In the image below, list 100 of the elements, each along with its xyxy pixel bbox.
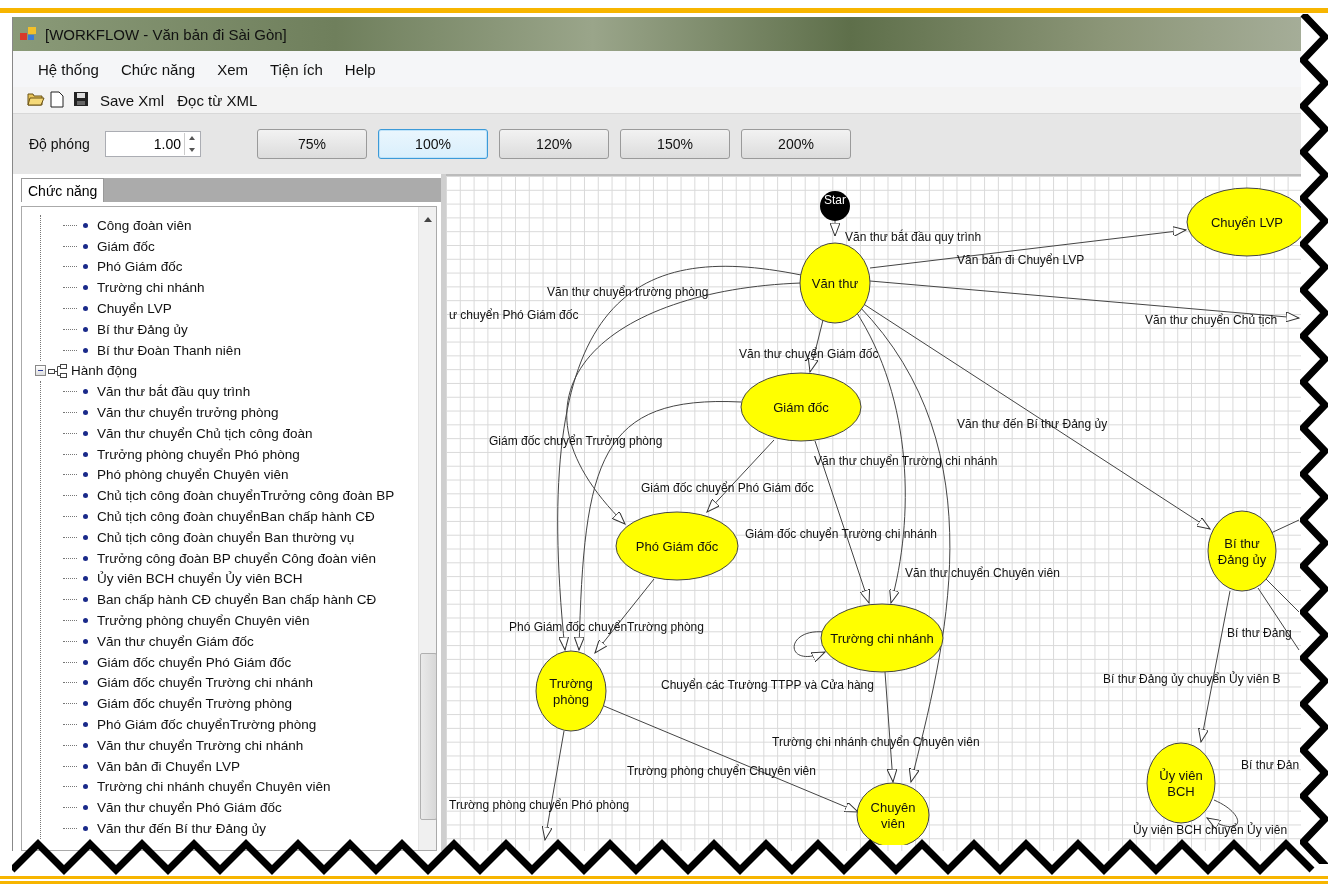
bullet-icon (83, 514, 88, 520)
tree-item[interactable]: Chuyển LVP (97, 301, 172, 317)
edge-label: Bí thư Đản (1241, 758, 1300, 772)
scrollbar[interactable] (418, 207, 436, 850)
bullet-icon (83, 264, 88, 270)
tree-item[interactable]: Văn thư chuyển Phó Giám đốc (97, 800, 282, 816)
document-icon (50, 91, 64, 108)
tree-item[interactable]: Giám đốc chuyển Trường phòng (97, 696, 292, 712)
tree-item[interactable]: Trưởng phòng chuyển Chuyên viên (97, 613, 310, 629)
tree-item[interactable]: Giám đốc (97, 238, 155, 254)
bullet-icon (83, 659, 88, 665)
tree-item[interactable]: Ủy viên BCH chuyển Ủy viên BCH (97, 571, 303, 587)
zoom-preset-button[interactable]: 200% (741, 129, 851, 159)
tree-item[interactable]: Bí thư Đoàn Thanh niên (97, 342, 241, 358)
bullet-icon (83, 410, 88, 416)
state-node[interactable]: Chuyên viên (856, 782, 930, 845)
bullet-icon (83, 243, 88, 249)
edge-label: Chuyển các Trường TTPP và Cửa hàng (661, 678, 874, 692)
edge-label: ư chuyển Phó Giám đốc (449, 308, 579, 322)
tree-item[interactable]: Văn thư bắt đầu quy trình (97, 384, 251, 400)
collapse-toggle[interactable] (35, 365, 46, 377)
tree-item[interactable]: Bí thư Đảng ủy (97, 321, 188, 337)
tree-item[interactable]: Công đoàn viên (97, 217, 192, 233)
state-node[interactable]: Chuyển LVP (1186, 187, 1301, 257)
start-node[interactable]: Star (820, 191, 850, 221)
zoom-preset-button[interactable]: 150% (620, 129, 730, 159)
edge-label: Văn thư đến Bí thư Đảng ủy (957, 417, 1108, 431)
tree-item[interactable]: Chủ tịch công đoàn chuyển Ban thường vụ (97, 529, 355, 545)
zoom-spinner[interactable]: 1.00 (105, 131, 201, 157)
state-node[interactable]: Trường phòng (535, 650, 607, 732)
tree-item[interactable]: Phó phòng chuyển Chuyên viên (97, 467, 289, 483)
tree-item[interactable]: Phó Giám đốc (97, 259, 183, 275)
state-node[interactable]: Phó Giám đốc (615, 511, 739, 581)
edge-label: Văn thư chuyển trường phòng (547, 285, 709, 299)
toolbar-button[interactable]: Save Xml (96, 91, 169, 109)
tree-item[interactable]: Chủ tịch công đoàn chuyểnBan chấp hành CĐ (97, 509, 375, 525)
bullet-icon (83, 222, 88, 228)
menu-item[interactable]: Tiện ích (259, 60, 334, 78)
tree-item[interactable]: Trường chi nhánh chuyển Chuyên viên (97, 779, 331, 795)
state-node[interactable]: Trường chi nhánh (820, 603, 944, 673)
scrollbar-thumb[interactable] (420, 653, 437, 820)
bullet-icon (83, 826, 88, 831)
menu-item[interactable]: Xem (206, 60, 259, 78)
state-node[interactable]: Ủy viên BCH (1146, 742, 1216, 824)
toolbar-button[interactable]: Đọc từ XML (173, 91, 262, 109)
menu-item[interactable]: Hệ thống (27, 60, 110, 78)
transition-arrow (829, 220, 841, 237)
bullet-icon (83, 534, 88, 540)
panel-tab[interactable]: Chức năng (21, 178, 105, 202)
menu-item[interactable]: Chức năng (109, 60, 207, 78)
tree-item[interactable]: Trưởng phòng chuyển Phó phòng (97, 446, 300, 462)
folder-icon (27, 91, 45, 107)
tree-item[interactable]: Văn bản đi Chuyển LVP (97, 758, 241, 774)
bullet-icon (83, 701, 88, 707)
zoom-preset-button[interactable]: 75% (257, 129, 367, 159)
state-node[interactable]: Giám đốc (740, 372, 862, 442)
zoom-preset-button[interactable]: 100% (378, 129, 488, 159)
tree-item[interactable]: Trưởng công đoàn BP chuyển Công đoàn viên (97, 550, 377, 566)
bullet-icon (83, 618, 88, 624)
state-node[interactable]: Bí thư Đảng ủy (1207, 510, 1277, 592)
bullet-icon (83, 326, 88, 332)
edge-label: Văn thư chuyển Chuyên viên (905, 566, 1060, 580)
edge-label: Ủy viên BCH chuyển Ủy viên (1133, 823, 1288, 837)
tree-item[interactable]: Văn thư chuyển Trường chi nhánh (97, 737, 304, 753)
hierarchy-icon (48, 362, 68, 379)
bullet-icon (83, 389, 88, 395)
toolbar-button[interactable] (73, 91, 91, 109)
edge-label: Giám đốc chuyển Trưởng phòng (489, 434, 663, 448)
bullet-icon (83, 722, 88, 727)
bullet-icon (83, 306, 88, 312)
bullet-icon (83, 742, 88, 748)
edge-label: Trường phòng chuyển Phó phòng (449, 798, 630, 812)
tree-item[interactable]: Chủ tịch công đoàn chuyểnTrưởng công đoàn BP (97, 488, 395, 504)
tree-item[interactable]: Phó Giám đốc chuyểnTrường phòng (97, 717, 317, 732)
tree-item[interactable]: Văn thư chuyển Chủ tịch công đoàn (97, 425, 313, 441)
edge-label: Trường chi nhánh chuyển Chuyên viên (772, 735, 980, 749)
tree-item[interactable]: Hành động (71, 363, 138, 379)
edge-label: Văn thư chuyển Chủ tịch (1145, 313, 1278, 327)
bullet-icon (83, 638, 88, 644)
edge-label: Văn bản đi Chuyển LVP (957, 253, 1085, 267)
tree-item[interactable]: Ban chấp hành CĐ chuyển Ban chấp hành CĐ (97, 592, 377, 608)
scroll-up-icon (422, 215, 433, 223)
tree-item[interactable]: Trường chi nhánh (97, 280, 205, 296)
bullet-icon (83, 576, 88, 582)
state-node[interactable]: Văn thư (799, 242, 871, 324)
zoom-label: Độ phóng (29, 136, 91, 152)
menu-item[interactable]: Help (333, 60, 387, 78)
zoom-preset-button[interactable]: 120% (499, 129, 609, 159)
edge-label: Văn thư chuyển Giám đốc (739, 347, 879, 361)
bullet-icon (83, 430, 88, 436)
bullet-icon (83, 472, 88, 478)
tree-item[interactable]: Văn thư chuyển trưởng phòng (97, 405, 279, 421)
tree-item[interactable]: Giám đốc chuyển Trường chi nhánh (97, 675, 313, 691)
edge-label: Văn thư chuyển Trường chi nhánh (814, 454, 998, 468)
edge-label: Văn thư bắt đầu quy trình (845, 230, 982, 244)
tree-item[interactable]: Văn thư chuyển Giám đốc (97, 633, 254, 649)
app-icon (19, 26, 37, 42)
tree-item[interactable]: Giám đốc chuyển Phó Giám đốc (97, 654, 292, 670)
tree-item[interactable]: Văn thư đến Bí thư Đảng ủy (97, 821, 266, 836)
edge-label: Bí thư Đảng (1227, 626, 1292, 640)
